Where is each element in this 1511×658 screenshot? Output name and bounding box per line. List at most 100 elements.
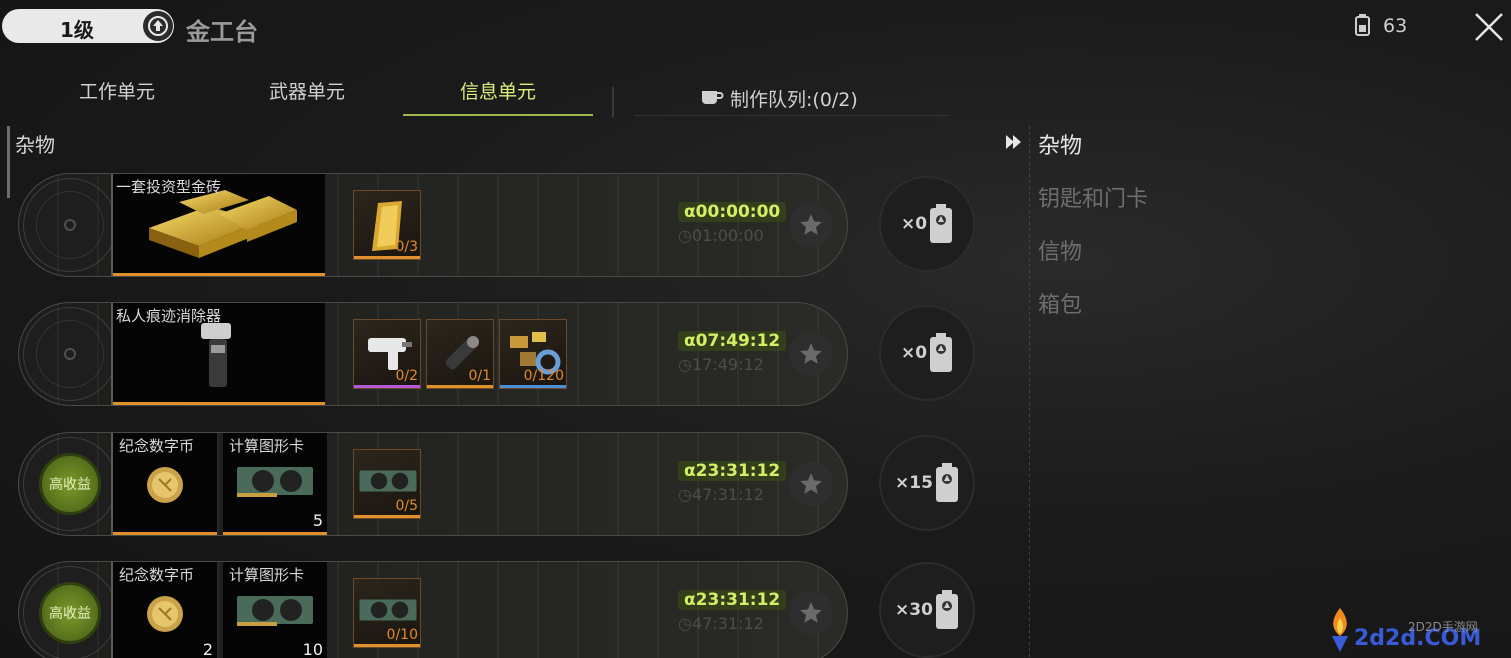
favorite-button[interactable] (789, 332, 833, 376)
material-count: 0/120 (523, 368, 564, 384)
select-knob[interactable]: 高收益 (23, 566, 117, 658)
recipe-row[interactable]: 私人痕迹消除器 0/2 0/1 0/120 α07:49:12 ◷17:49:1… (18, 302, 848, 406)
rarity-bar (427, 385, 493, 388)
chevron-right-icon (1006, 135, 1021, 149)
graphics-card-icon (359, 470, 417, 492)
product-slot[interactable]: 计算图形卡 10 (223, 562, 327, 658)
craft-timer-base: ◷47:31:12 (678, 614, 764, 633)
recipe-row[interactable]: 高收益 纪念数字币 计算图形卡 5 0/5 α23:31:12 ◷47:31:1… (18, 432, 848, 536)
category-misc[interactable]: 杂物 (1038, 128, 1082, 160)
cup-icon (702, 91, 724, 104)
rarity-bar (354, 515, 420, 518)
graphics-card-icon (237, 596, 313, 626)
product-slot[interactable]: 纪念数字币 (113, 433, 217, 535)
battery-icon (935, 463, 958, 502)
material-slot[interactable]: 0/1 (426, 319, 494, 389)
energy-multiplier: ×30 (895, 600, 933, 620)
product-name: 纪念数字币 (119, 566, 195, 584)
material-slot[interactable]: 0/2 (353, 319, 421, 389)
battery-icon (930, 333, 953, 372)
graphics-card-icon (359, 599, 417, 621)
page-title: 金工台 (186, 18, 258, 46)
craft-timer: α23:31:12 (678, 461, 787, 481)
battery-icon (930, 204, 953, 243)
rarity-bar (354, 385, 420, 388)
product-name: 一套投资型金砖 (116, 178, 222, 196)
star-icon (800, 473, 822, 494)
material-count: 0/10 (386, 627, 418, 643)
watermark: 2d2d.COM 2D2D手游网 (1326, 604, 1511, 658)
rarity-bar (500, 385, 566, 388)
select-knob[interactable]: 高收益 (23, 437, 117, 531)
product-slot[interactable]: 一套投资型金砖 (113, 174, 325, 276)
category-tokens[interactable]: 信物 (1038, 234, 1082, 266)
select-knob[interactable] (23, 307, 117, 401)
star-icon (800, 343, 822, 364)
flame-logo-icon (1332, 608, 1348, 652)
material-slot[interactable]: 0/120 (499, 319, 567, 389)
gold-bars-icon (149, 190, 297, 258)
rarity-bar (354, 256, 420, 259)
favorite-button[interactable] (789, 591, 833, 635)
material-slot[interactable]: 0/3 (353, 190, 421, 260)
tab-weapon-unit[interactable]: 武器单元 (212, 80, 402, 116)
tab-info-unit[interactable]: 信息单元 (403, 80, 593, 116)
product-name: 计算图形卡 (229, 566, 305, 584)
energy-cost[interactable]: ×30 (879, 562, 975, 658)
timer-base-value: 01:00:00 (691, 226, 764, 245)
level-label: 1级 (60, 18, 94, 42)
battery-icon (935, 590, 958, 629)
recipe-row[interactable]: 高收益 纪念数字币 2 计算图形卡 10 0/10 α23:31:12 ◷47:… (18, 561, 848, 658)
eraser-device-icon (201, 323, 231, 387)
energy-multiplier: ×15 (895, 473, 933, 493)
craft-timer: α23:31:12 (678, 590, 787, 610)
coin-icon (147, 596, 183, 632)
craft-timer-base: ◷47:31:12 (678, 485, 764, 504)
tab-separator (612, 87, 614, 117)
category-divider (1029, 126, 1030, 658)
energy-multiplier: ×0 (900, 343, 928, 363)
energy-cost[interactable]: ×0 (879, 176, 975, 272)
material-count: 0/5 (395, 498, 418, 514)
star-icon (800, 602, 822, 623)
craft-timer-base: ◷01:00:00 (678, 226, 764, 245)
high-yield-badge: 高收益 (39, 453, 101, 515)
product-name: 私人痕迹消除器 (116, 307, 222, 325)
energy-multiplier: ×0 (900, 214, 928, 234)
product-name: 计算图形卡 (229, 437, 305, 455)
product-qty: 5 (312, 511, 323, 530)
energy-cost[interactable]: ×0 (879, 305, 975, 401)
recipe-row[interactable]: 一套投资型金砖 0/3 α00:00:00 ◷01:00:00 (18, 173, 848, 277)
timer-base-value: 17:49:12 (691, 355, 764, 374)
energy-cost[interactable]: ×15 (879, 435, 975, 531)
material-slot[interactable]: 0/10 (353, 578, 421, 648)
product-qty: 2 (202, 640, 213, 658)
product-slot[interactable]: 计算图形卡 5 (223, 433, 327, 535)
section-indicator (7, 126, 10, 198)
rarity-bar (354, 644, 420, 647)
tab-work-unit[interactable]: 工作单元 (22, 80, 212, 116)
select-knob[interactable] (23, 178, 117, 272)
close-icon[interactable] (1472, 10, 1506, 44)
product-slot[interactable]: 私人痕迹消除器 (113, 303, 325, 405)
queue-label: 制作队列:(0/2) (730, 89, 858, 111)
star-icon (800, 214, 822, 235)
section-title: 杂物 (15, 133, 55, 157)
timer-base-value: 47:31:12 (691, 614, 764, 633)
material-slot[interactable]: 0/5 (353, 449, 421, 519)
high-yield-badge: 高收益 (39, 582, 101, 644)
favorite-button[interactable] (789, 203, 833, 247)
favorite-button[interactable] (789, 462, 833, 506)
craft-timer-base: ◷17:49:12 (678, 355, 764, 374)
product-slot[interactable]: 纪念数字币 2 (113, 562, 217, 658)
material-count: 0/2 (395, 368, 418, 384)
graphics-card-icon (237, 467, 313, 497)
craft-timer: α07:49:12 (678, 331, 787, 351)
product-name: 纪念数字币 (119, 437, 195, 455)
upgrade-button[interactable] (143, 11, 173, 41)
category-keys-cards[interactable]: 钥匙和门卡 (1038, 181, 1148, 213)
battery-icon (1355, 14, 1370, 36)
craft-queue[interactable]: 制作队列:(0/2) (634, 84, 950, 116)
product-qty: 10 (302, 640, 323, 658)
category-bags[interactable]: 箱包 (1038, 287, 1082, 319)
